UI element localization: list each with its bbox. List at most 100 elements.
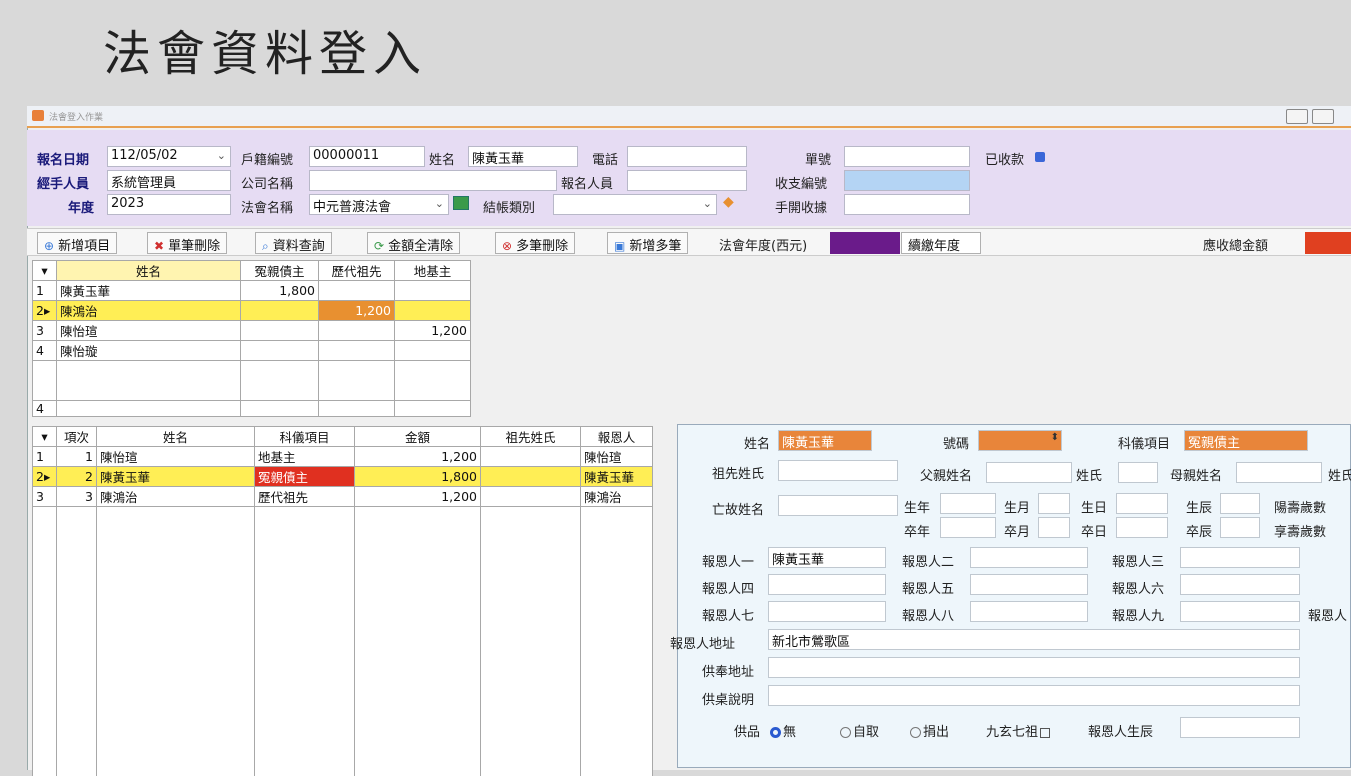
offering-none-radio[interactable]: 無 [770, 721, 796, 740]
grateful2-label: 報恩人二 [902, 555, 955, 570]
edit-icon[interactable]: ◆ [723, 194, 734, 210]
col-header-ritual[interactable]: 科儀項目 [254, 426, 355, 447]
table-row[interactable]: 2▸ 陳鴻治 1,200 [32, 300, 471, 321]
ancestor-surname-field[interactable] [778, 460, 898, 481]
grateful1-field[interactable]: 陳黃玉華 [768, 547, 886, 568]
death-day-field[interactable] [1116, 517, 1168, 538]
calculator-icon[interactable] [453, 196, 469, 210]
col-header-item[interactable]: 項次 [56, 426, 97, 447]
account-type-select[interactable]: ⌄ [553, 194, 717, 215]
birth-year-field[interactable] [940, 493, 996, 514]
company-field[interactable] [309, 170, 557, 191]
col-header-c1[interactable]: 冤親債主 [240, 260, 319, 281]
detail-grid: ▾ 項次 姓名 科儀項目 金額 祖先姓氏 報恩人 1 1 陳怡瑄 地基主 1,200 陳怡… [32, 426, 653, 776]
continue-year-button[interactable]: 續繳年度 [901, 232, 981, 254]
add-multi-button[interactable]: ▣ 新增多筆 [607, 232, 689, 254]
table-row[interactable]: 2▸ 2 陳黃玉華 冤親債主 1,800 陳黃玉華 [32, 466, 653, 487]
phone-field[interactable] [627, 146, 747, 167]
detail-name-field[interactable]: 陳黃玉華 [778, 430, 872, 451]
nine-ancestors-checkbox[interactable]: 九玄七祖 [986, 721, 1051, 740]
detail-number-field[interactable]: ⬍ [978, 430, 1062, 451]
spinner-icon[interactable]: ⬍ [1051, 432, 1059, 443]
delete-one-button[interactable]: ✖ 單筆刪除 [147, 232, 228, 254]
col-header-grateful[interactable]: 報恩人 [580, 426, 653, 447]
registrant-label: 報名人員 [561, 177, 614, 192]
table-row[interactable]: 1 陳黃玉華 1,800 [32, 280, 471, 301]
grateful-birth-field[interactable] [1180, 717, 1300, 738]
worship-address-field[interactable] [768, 657, 1300, 678]
grateful9-field[interactable] [1180, 601, 1300, 622]
surname-field[interactable] [1118, 462, 1158, 483]
household-no-field[interactable]: 00000011 [309, 146, 425, 167]
col-header-name[interactable]: 姓名 [96, 426, 255, 447]
col-header-amount[interactable]: 金額 [354, 426, 481, 447]
add-item-button[interactable]: ⊕ 新增項目 [37, 232, 118, 254]
death-month-field[interactable] [1038, 517, 1070, 538]
death-year-field[interactable] [940, 517, 996, 538]
table-row[interactable]: 3 3 陳鴻治 歷代祖先 1,200 陳鴻治 [32, 486, 653, 507]
deceased-field[interactable] [778, 495, 898, 516]
order-no-field[interactable] [844, 146, 970, 167]
year-field[interactable]: 2023 [107, 194, 231, 215]
ceremony-select[interactable]: 中元普渡法會 ⌄ [309, 194, 449, 215]
paid-checkbox[interactable] [1035, 152, 1045, 162]
clear-amount-button[interactable]: ⟳ 金額全清除 [367, 232, 461, 254]
manual-receipt-field[interactable] [844, 194, 970, 215]
table-row[interactable]: 4 陳怡璇 [32, 340, 471, 361]
grid-corner[interactable]: ▾ [32, 260, 57, 281]
grateful7-field[interactable] [768, 601, 886, 622]
detail-ritual-field[interactable]: 冤親債主 [1184, 430, 1308, 451]
death-year-label: 卒年 [904, 525, 931, 540]
maximize-button[interactable] [1312, 109, 1334, 124]
query-button[interactable]: ⌕ 資料查詢 [255, 232, 332, 254]
account-type-label: 結帳類別 [483, 201, 536, 216]
birth-month-field[interactable] [1038, 493, 1070, 514]
detail-number-label: 號碼 [943, 437, 970, 452]
col-header-name[interactable]: 姓名 [56, 260, 241, 281]
address-field[interactable]: 新北市鶯歌區 [768, 629, 1300, 650]
grateful4-field[interactable] [768, 574, 886, 595]
col-header-c3[interactable]: 地基主 [394, 260, 471, 281]
app-icon [32, 110, 44, 121]
death-hour-label: 卒辰 [1186, 525, 1213, 540]
grateful5-field[interactable] [970, 574, 1088, 595]
birth-month-label: 生月 [1004, 501, 1031, 516]
grateful2-field[interactable] [970, 547, 1088, 568]
registrant-field[interactable] [627, 170, 747, 191]
offering-label: 供品 [734, 725, 761, 740]
offering-self-radio[interactable]: 自取 [840, 721, 879, 740]
table-row[interactable]: 1 1 陳怡瑄 地基主 1,200 陳怡瑄 [32, 446, 653, 467]
delete-multi-button[interactable]: ⊗ 多筆刪除 [495, 232, 576, 254]
grid-corner[interactable]: ▾ [32, 426, 57, 447]
birth-hour-field[interactable] [1220, 493, 1260, 514]
table-row[interactable]: 3 陳怡瑄 1,200 [32, 320, 471, 341]
payment-no-label: 收支編號 [775, 177, 828, 192]
reg-date-field[interactable]: 112/05/02 ⌄ [107, 146, 231, 167]
altar-note-field[interactable] [768, 685, 1300, 706]
payment-no-field[interactable] [844, 170, 970, 191]
col-header-surname[interactable]: 祖先姓氏 [480, 426, 581, 447]
window-titlebar: 法會登入作業 [27, 106, 1351, 128]
surname2-label: 姓氏 [1328, 469, 1351, 484]
birth-day-field[interactable] [1116, 493, 1168, 514]
death-hour-field[interactable] [1220, 517, 1260, 538]
name-field[interactable]: 陳黃玉華 [468, 146, 578, 167]
chevron-down-icon: ⌄ [702, 197, 712, 210]
offering-donate-radio[interactable]: 捐出 [910, 721, 949, 740]
mother-field[interactable] [1236, 462, 1322, 483]
grateful8-field[interactable] [970, 601, 1088, 622]
radio-icon [840, 727, 851, 738]
order-no-label: 單號 [805, 153, 832, 168]
company-label: 公司名稱 [241, 177, 294, 192]
handler-label: 經手人員 [37, 177, 90, 192]
minimize-button[interactable] [1286, 109, 1308, 124]
birth-year-label: 生年 [904, 501, 931, 516]
ceremony-year-field[interactable] [830, 232, 900, 254]
household-no-label: 戶籍編號 [241, 153, 294, 168]
chevron-down-icon: ⌄ [216, 149, 226, 162]
handler-field[interactable]: 系統管理員 [107, 170, 231, 191]
grateful3-field[interactable] [1180, 547, 1300, 568]
father-field[interactable] [986, 462, 1072, 483]
col-header-c2[interactable]: 歷代祖先 [318, 260, 395, 281]
grateful6-field[interactable] [1180, 574, 1300, 595]
